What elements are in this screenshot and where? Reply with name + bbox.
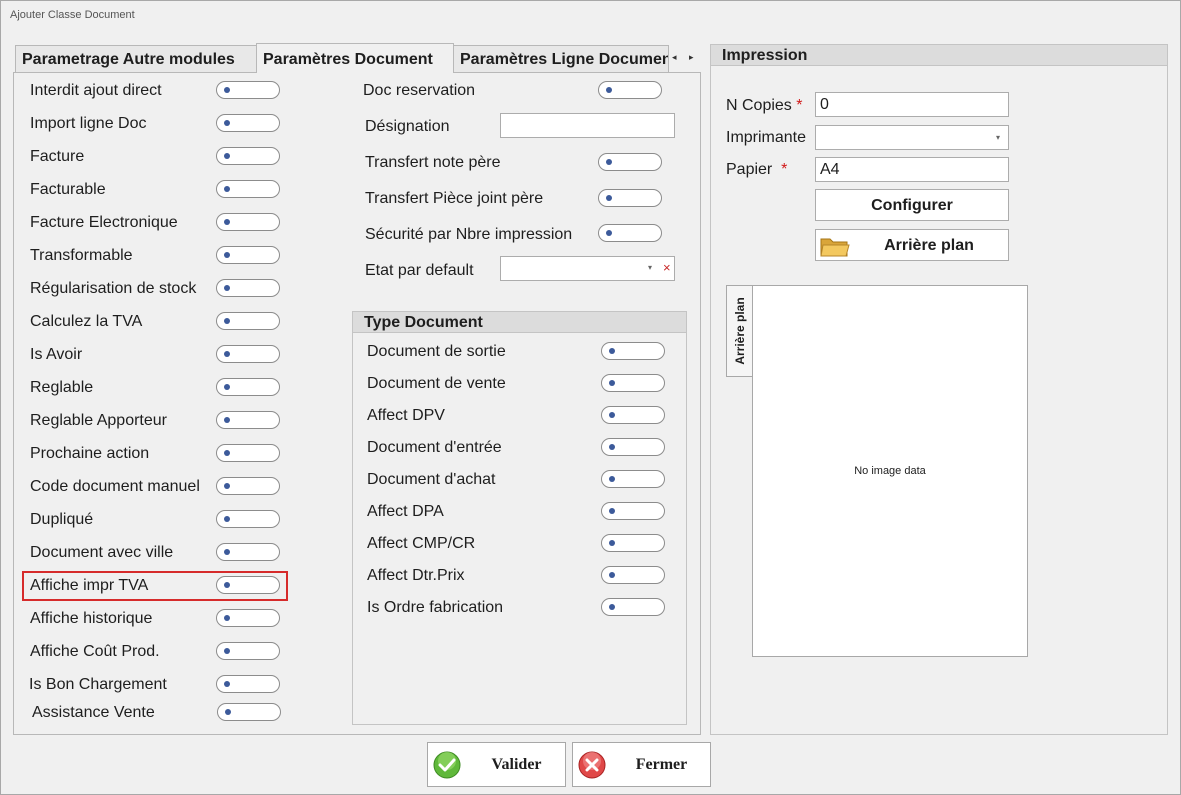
label-type-document: Is Ordre fabrication: [367, 599, 504, 616]
tab-parametres-document[interactable]: Paramètres Document: [256, 43, 454, 73]
no-image-text: No image data: [854, 465, 926, 477]
label-imprimante: Imprimante: [726, 129, 807, 146]
papier-input[interactable]: A4: [815, 157, 1009, 182]
toggle-type-document[interactable]: [601, 470, 665, 488]
label-type-document: Document de vente: [367, 375, 506, 392]
label-left-toggle: Assistance Vente: [32, 704, 155, 721]
toggle-left[interactable]: [216, 642, 280, 660]
toggle-left[interactable]: [216, 510, 280, 528]
toggle-left[interactable]: [216, 378, 280, 396]
label-type-document: Affect Dtr.Prix: [367, 567, 465, 584]
chevron-down-icon[interactable]: ▾: [648, 263, 652, 272]
toggle-left[interactable]: [217, 703, 281, 721]
label-left-toggle: Reglable: [30, 379, 94, 396]
toggle-left[interactable]: [216, 477, 280, 495]
toggle-left[interactable]: [216, 444, 280, 462]
close-icon: [578, 751, 606, 779]
valider-label: Valider: [491, 756, 542, 773]
label-type-document: Affect DPA: [367, 503, 444, 520]
designation-input[interactable]: [500, 113, 675, 138]
label-type-document: Document de sortie: [367, 343, 506, 360]
toggle-type-document[interactable]: [601, 502, 665, 520]
tab-next-icon[interactable]: ▸: [689, 52, 694, 63]
label-left-toggle: Reglable Apporteur: [30, 412, 167, 429]
label-n-copies: N Copies *: [726, 97, 803, 114]
label-transfert-note: Transfert note père: [365, 154, 501, 171]
configurer-button[interactable]: Configurer: [815, 189, 1009, 221]
label-doc-reservation: Doc reservation: [363, 82, 476, 99]
label-left-toggle: Régularisation de stock: [30, 280, 197, 297]
label-left-toggle: Is Avoir: [30, 346, 83, 363]
toggle-left[interactable]: [216, 213, 280, 231]
label-left-toggle: Facture Electronique: [30, 214, 178, 231]
toggle-left[interactable]: [216, 411, 280, 429]
toggle-left[interactable]: [216, 81, 280, 99]
toggle-securite[interactable]: [598, 224, 662, 242]
folder-icon: [820, 238, 850, 257]
label-left-toggle: Interdit ajout direct: [30, 82, 162, 99]
label-left-toggle: Is Bon Chargement: [29, 676, 167, 693]
valider-button[interactable]: Valider: [427, 742, 566, 787]
label-left-toggle: Affiche Coût Prod.: [30, 643, 160, 660]
clear-icon[interactable]: ×: [663, 260, 671, 275]
chevron-down-icon[interactable]: ▾: [996, 133, 1000, 142]
arriere-plan-button[interactable]: Arrière plan: [815, 229, 1009, 261]
label-type-document: Document d'achat: [367, 471, 496, 488]
toggle-left[interactable]: [216, 114, 280, 132]
toggle-left[interactable]: [216, 147, 280, 165]
arriere-plan-button-label: Arrière plan: [884, 237, 974, 254]
arriere-plan-tab[interactable]: Arrière plan: [726, 285, 752, 377]
toggle-left[interactable]: [216, 609, 280, 627]
label-designation: Désignation: [365, 118, 450, 135]
toggle-left[interactable]: [216, 543, 280, 561]
toggle-transfert-piece[interactable]: [598, 189, 662, 207]
imprimante-combo[interactable]: [815, 125, 1009, 150]
label-type-document: Affect CMP/CR: [367, 535, 476, 552]
label-papier: Papier *: [726, 161, 788, 178]
label-left-toggle: Prochaine action: [30, 445, 150, 462]
label-left-toggle: Document avec ville: [30, 544, 174, 561]
toggle-left[interactable]: [216, 279, 280, 297]
toggle-type-document[interactable]: [601, 534, 665, 552]
toggle-left[interactable]: [216, 312, 280, 330]
type-document-title: Type Document: [353, 312, 686, 333]
tab-parametrage-autre-modules[interactable]: Parametrage Autre modules: [15, 45, 257, 72]
label-left-toggle: Facture: [30, 148, 85, 165]
label-left-toggle: Dupliqué: [30, 511, 94, 528]
highlight-box: [22, 571, 288, 601]
label-etat-default: Etat par default: [365, 262, 474, 279]
toggle-left[interactable]: [216, 246, 280, 264]
toggle-type-document[interactable]: [601, 566, 665, 584]
impression-title: Impression: [711, 45, 1167, 66]
label-transfert-piece: Transfert Pièce joint père: [365, 190, 544, 207]
fermer-label: Fermer: [635, 756, 688, 773]
label-left-toggle: Transformable: [30, 247, 133, 264]
toggle-transfert-note[interactable]: [598, 153, 662, 171]
toggle-left[interactable]: [216, 675, 280, 693]
label-type-document: Affect DPV: [367, 407, 445, 424]
toggle-left[interactable]: [216, 180, 280, 198]
label-securite: Sécurité par Nbre impression: [365, 226, 573, 243]
label-left-toggle: Affiche historique: [30, 610, 153, 627]
toggle-type-document[interactable]: [601, 374, 665, 392]
n-copies-input[interactable]: 0: [815, 92, 1009, 117]
toggle-type-document[interactable]: [601, 598, 665, 616]
check-icon: [433, 751, 461, 779]
label-left-toggle: Facturable: [30, 181, 106, 198]
fermer-button[interactable]: Fermer: [572, 742, 711, 787]
toggle-left[interactable]: [216, 345, 280, 363]
toggle-type-document[interactable]: [601, 438, 665, 456]
label-left-toggle: Calculez la TVA: [30, 313, 143, 330]
image-preview: No image data: [752, 285, 1028, 657]
window-title: Ajouter Classe Document: [10, 9, 135, 21]
tab-parametres-ligne-document[interactable]: Paramètres Ligne Document: [453, 45, 669, 72]
label-left-toggle: Import ligne Doc: [30, 115, 147, 132]
tab-prev-icon[interactable]: ◂: [672, 52, 677, 63]
toggle-doc-reservation[interactable]: [598, 81, 662, 99]
toggle-type-document[interactable]: [601, 342, 665, 360]
toggle-type-document[interactable]: [601, 406, 665, 424]
label-type-document: Document d'entrée: [367, 439, 502, 456]
label-left-toggle: Code document manuel: [30, 478, 200, 495]
